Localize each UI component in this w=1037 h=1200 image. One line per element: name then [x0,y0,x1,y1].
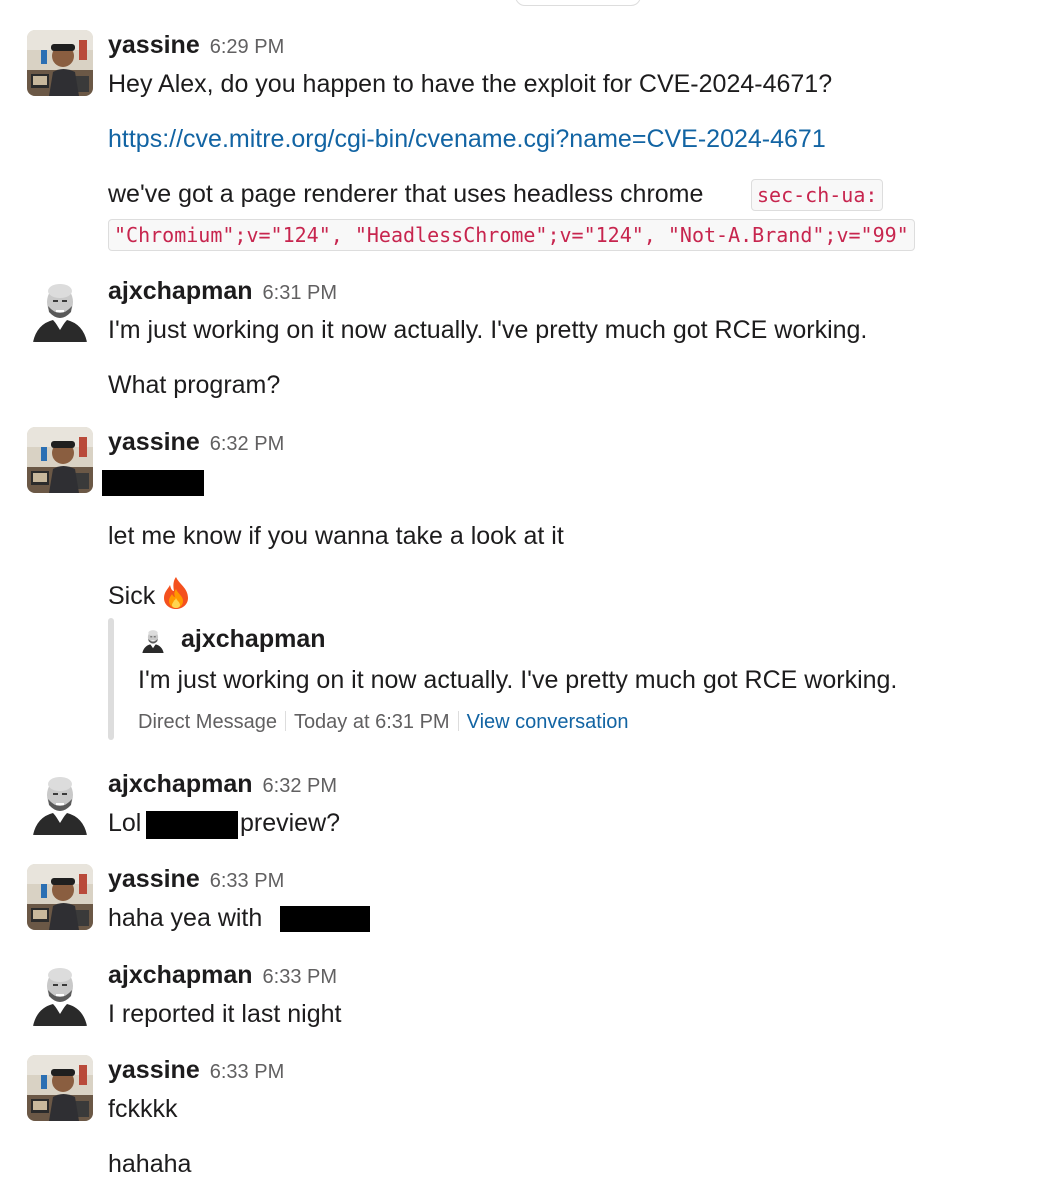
avatar[interactable] [27,276,93,342]
timestamp[interactable]: 6:33 PM [263,966,337,988]
message-text: What program? [108,371,281,399]
quote-time[interactable]: Today at 6:31 PM [294,711,450,733]
quote-source: Direct Message [138,711,277,733]
author-name[interactable]: ajxchapman [108,277,253,305]
inline-code: sec-ch-ua: [751,179,884,211]
quote-meta: Direct Message Today at 6:31 PM View conve… [138,711,629,734]
quote-avatar [140,627,166,653]
timestamp[interactable]: 6:32 PM [210,433,284,455]
redacted-block [280,906,370,932]
divider [284,711,286,731]
message-text: haha yea with [108,904,263,932]
timestamp[interactable]: 6:33 PM [210,870,284,892]
author-name[interactable]: yassine [108,428,200,456]
avatar[interactable] [27,30,93,96]
timestamp[interactable]: 6:29 PM [210,36,284,58]
author-name[interactable]: yassine [108,31,200,59]
view-conversation-link[interactable]: View conversation [467,711,629,733]
redacted-block [146,811,238,839]
avatar[interactable] [27,864,93,930]
new-messages-pill[interactable] [515,0,641,6]
message-text: I reported it last night [108,1000,342,1028]
quote-bar [108,618,114,740]
message-header: ajxchapman 6:33 PM [108,961,337,990]
message-text: I'm just working on it now actually. I'v… [108,316,868,344]
message-text: fckkkk [108,1095,178,1123]
avatar[interactable] [27,769,93,835]
avatar[interactable] [27,427,93,493]
message-text: preview? [240,809,341,837]
timestamp[interactable]: 6:33 PM [210,1061,284,1083]
timestamp[interactable]: 6:31 PM [263,282,337,304]
message-header: yassine 6:29 PM [108,31,284,60]
message-header: yassine 6:33 PM [108,1056,284,1085]
avatar[interactable] [27,1055,93,1121]
author-name[interactable]: ajxchapman [108,770,253,798]
message-text: Lol [108,809,142,837]
fire-icon[interactable] [161,576,191,610]
message-header: ajxchapman 6:32 PM [108,770,337,799]
redacted-block [102,470,204,496]
avatar[interactable] [27,960,93,1026]
inline-code: "Chromium";v="124", "HeadlessChrome";v="… [108,219,915,251]
message-header: yassine 6:33 PM [108,865,284,894]
divider [457,711,459,731]
author-name[interactable]: yassine [108,865,200,893]
message-text: we've got a page renderer that uses head… [108,180,704,208]
message-text: Hey Alex, do you happen to have the expl… [108,70,833,98]
message-text: Sick [108,576,191,611]
author-name[interactable]: ajxchapman [108,961,253,989]
message-link[interactable]: https://cve.mitre.org/cgi-bin/cvename.cg… [108,125,826,154]
timestamp[interactable]: 6:32 PM [263,775,337,797]
message-header: ajxchapman 6:31 PM [108,277,337,306]
message-text-span: Sick [108,582,156,610]
quote-header: ajxchapman [181,625,326,654]
quote-text: I'm just working on it now actually. I'v… [138,666,898,694]
message-text: hahaha [108,1150,192,1178]
message-header: yassine 6:32 PM [108,428,284,457]
author-name[interactable]: yassine [108,1056,200,1084]
message-text: let me know if you wanna take a look at … [108,522,564,550]
quote-author[interactable]: ajxchapman [181,625,326,653]
